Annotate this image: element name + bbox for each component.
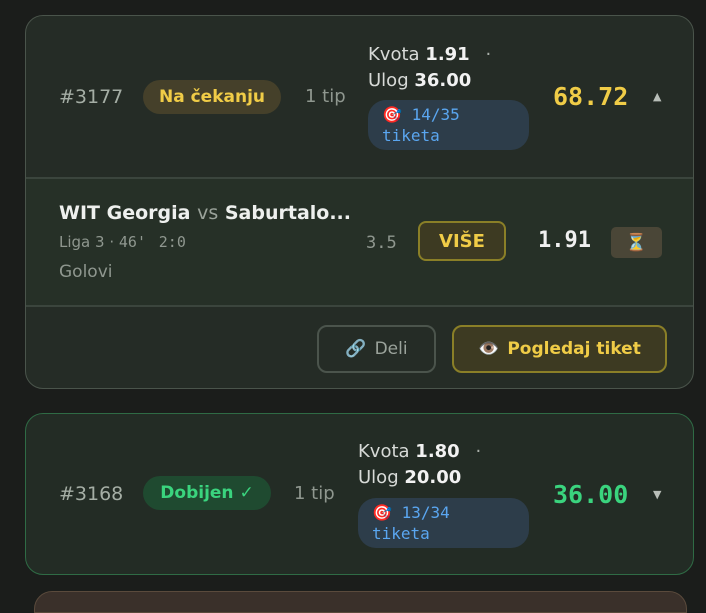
total-odds: 1.80 xyxy=(415,441,460,462)
expand-arrow-icon[interactable]: ▼ xyxy=(653,488,661,501)
progress-count: 14/35 xyxy=(411,105,460,124)
stake: 36.00 xyxy=(414,70,472,91)
league: Liga 3 xyxy=(59,233,105,251)
ticket-card[interactable]: #3177 Na čekanju 1 tip Kvota 1.91 · Ulog… xyxy=(25,15,694,389)
share-button[interactable]: 🔗 Deli xyxy=(317,325,436,373)
progress-chip: 🎯 13/34 tiketa xyxy=(358,498,529,548)
target-icon: 🎯 xyxy=(382,105,402,124)
payout-amount: 68.72 xyxy=(553,82,629,111)
next-ticket-card[interactable] xyxy=(34,591,687,613)
stake-line: Ulog 20.00 xyxy=(358,467,462,488)
market-name: Golovi xyxy=(59,262,113,282)
progress-count: 13/34 xyxy=(401,503,450,522)
payout-amount: 36.00 xyxy=(553,480,629,509)
divider xyxy=(26,305,693,307)
progress-label: tiketa xyxy=(372,524,430,543)
status-badge: Na čekanju xyxy=(143,80,281,114)
stake: 20.00 xyxy=(404,467,462,488)
ticket-card[interactable]: #3168 Dobijen ✓ 1 tip Kvota 1.80 · Ulog … xyxy=(25,413,694,575)
stake-line: Ulog 36.00 xyxy=(368,70,472,91)
tips-count: 1 tip xyxy=(294,483,335,504)
odds-line: Kvota 1.80 · xyxy=(358,441,482,462)
progress-label: tiketa xyxy=(382,126,440,145)
away-team: Saburtalo... xyxy=(224,202,351,224)
target-icon: 🎯 xyxy=(372,503,392,522)
pick-badge: VIŠE xyxy=(418,221,506,261)
home-team: WIT Georgia xyxy=(59,202,191,224)
odds-line: Kvota 1.91 · xyxy=(368,44,492,65)
eye-icon: 👁️ xyxy=(478,339,500,359)
tips-count: 1 tip xyxy=(305,86,346,107)
link-icon: 🔗 xyxy=(345,339,367,359)
view-ticket-button[interactable]: 👁️ Pogledaj tiket xyxy=(452,325,667,373)
ticket-id: #3168 xyxy=(59,483,124,505)
status-badge: Dobijen ✓ xyxy=(143,476,271,510)
match-meta: Liga 3 · 46' 2:0 xyxy=(59,233,186,251)
match-minute: 46' xyxy=(118,233,146,251)
market-line: 3.5 xyxy=(366,233,397,253)
progress-chip: 🎯 14/35 tiketa xyxy=(368,100,529,150)
ticket-id: #3177 xyxy=(59,86,124,108)
selection-odds: 1.91 xyxy=(538,228,591,253)
match-teams: WIT Georgia vs Saburtalo... xyxy=(59,202,351,224)
match-score: 2:0 xyxy=(158,233,186,251)
total-odds: 1.91 xyxy=(425,44,470,65)
hourglass-icon: ⏳ xyxy=(611,227,662,258)
collapse-arrow-icon[interactable]: ▲ xyxy=(653,90,661,103)
